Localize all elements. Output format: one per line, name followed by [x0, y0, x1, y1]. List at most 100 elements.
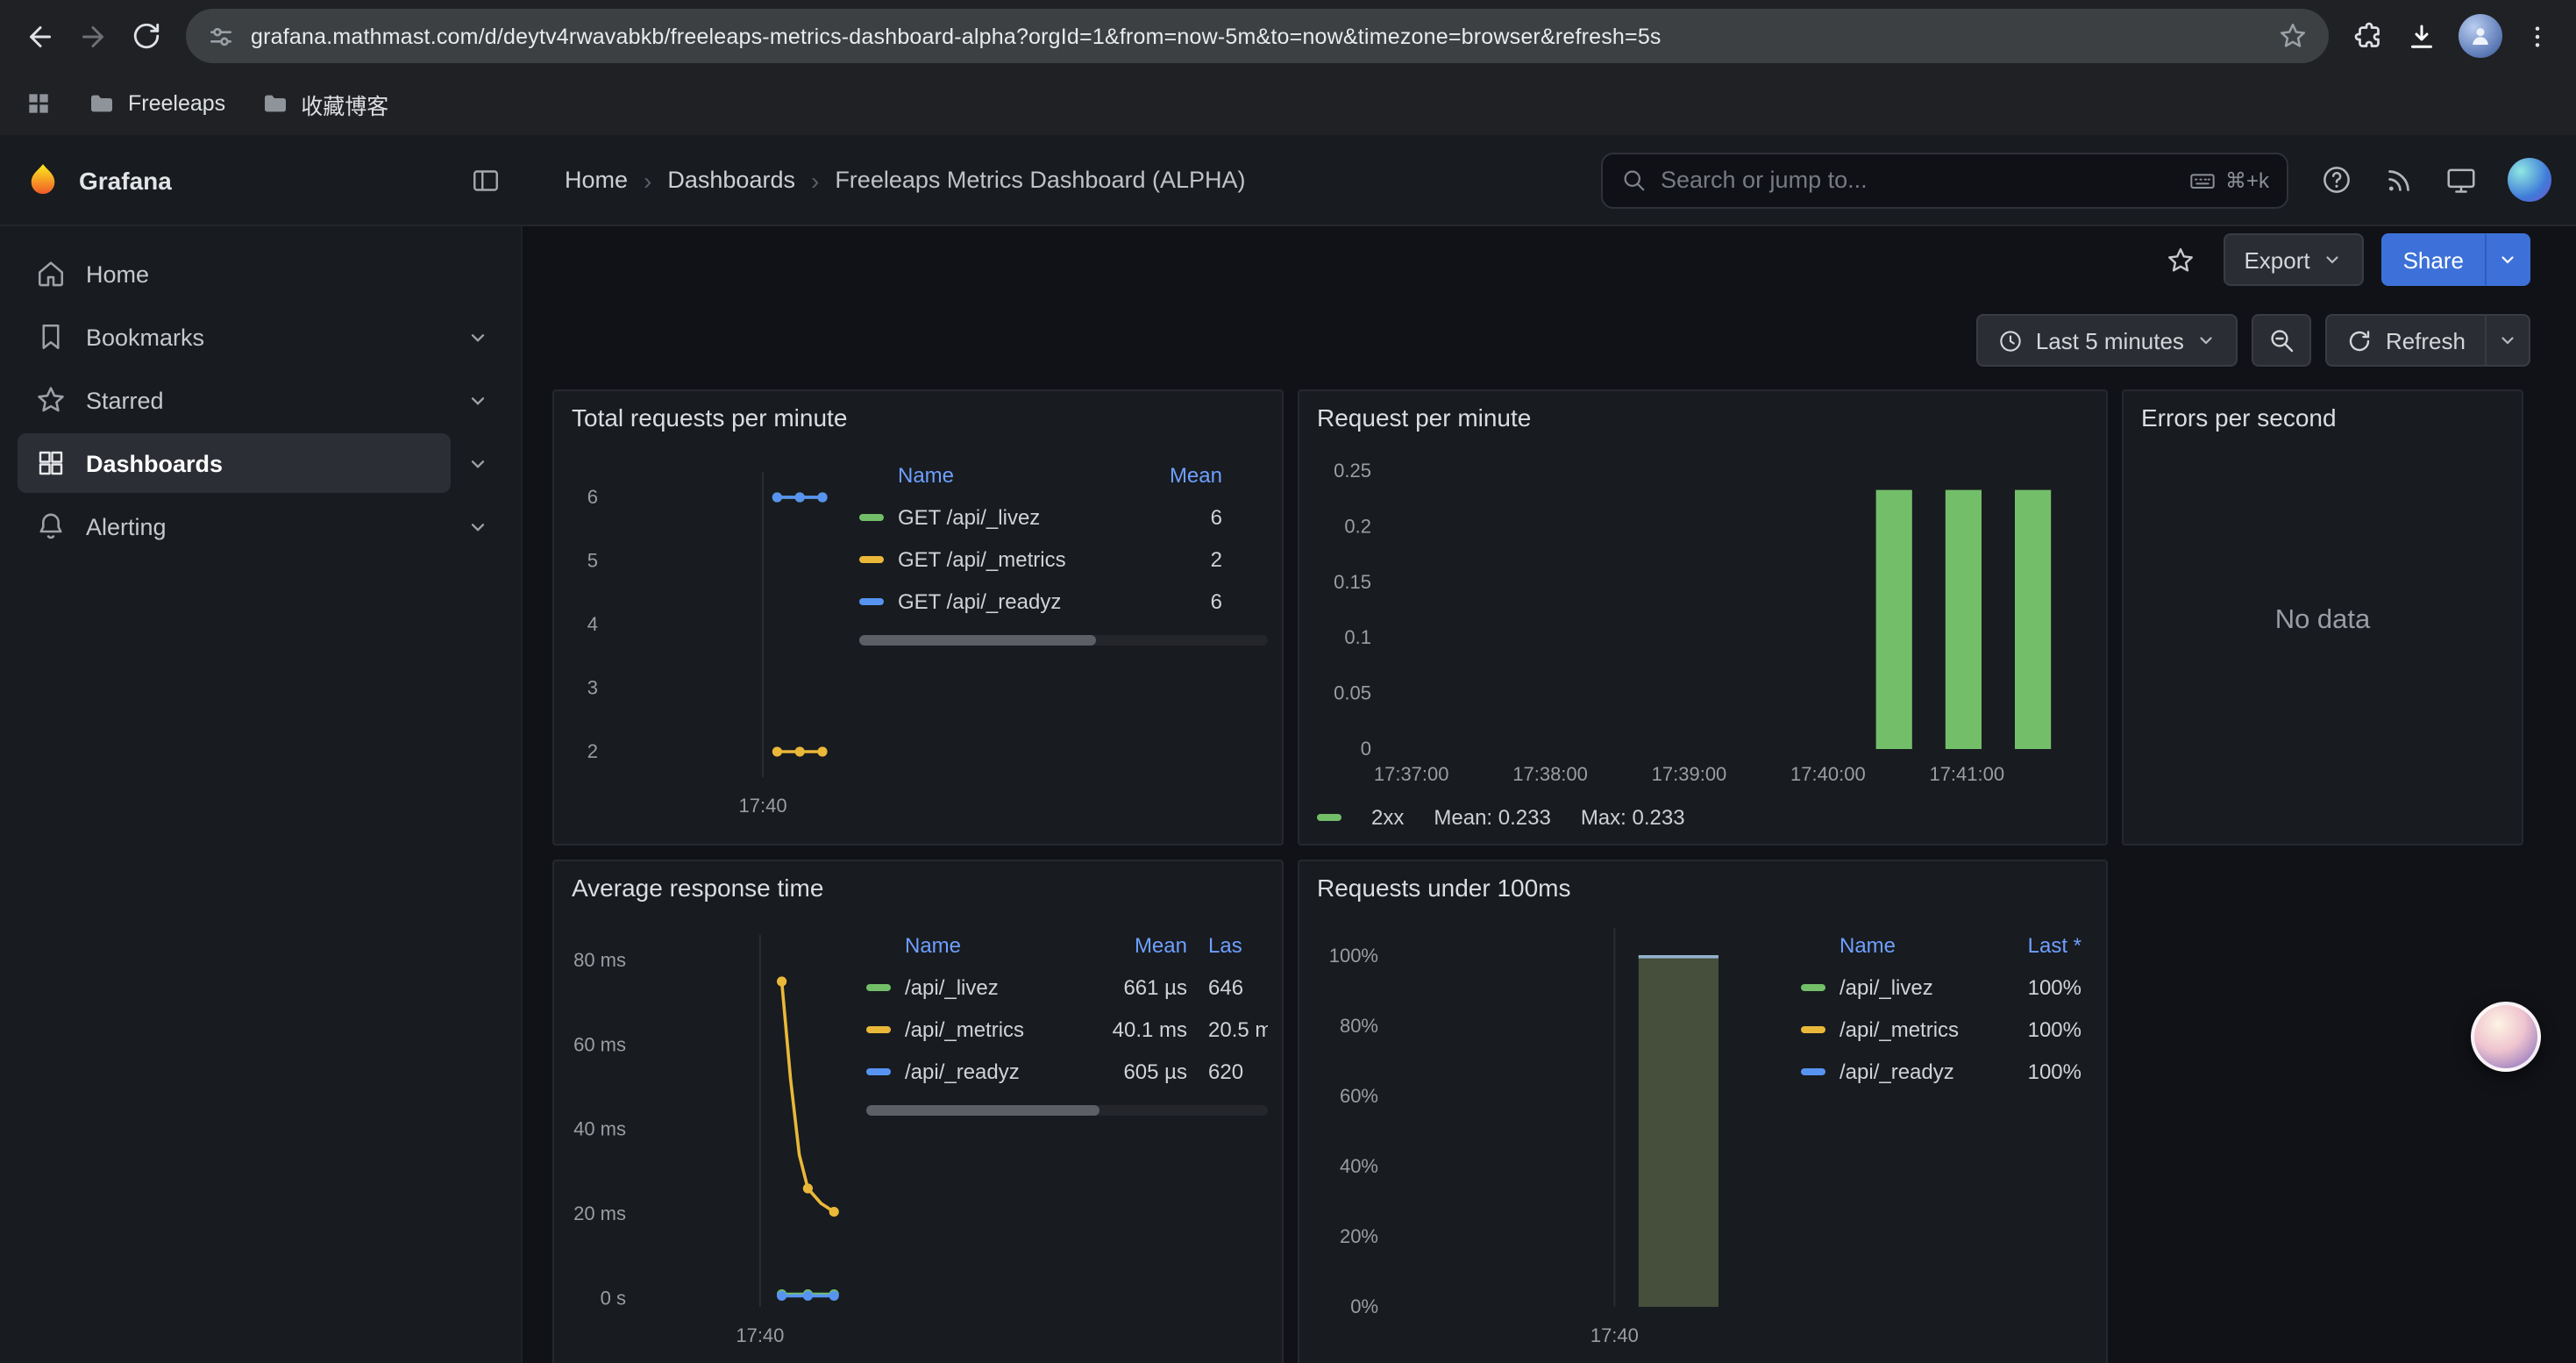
scrollbar-thumb[interactable] — [859, 635, 1096, 646]
forward-arrow-icon — [77, 20, 109, 52]
grafana-header: Grafana Home›Dashboards›Freeleaps Metric… — [0, 135, 2576, 226]
share-button[interactable]: Share — [2382, 233, 2485, 286]
legend-column[interactable]: Mean — [1078, 933, 1187, 958]
series-name[interactable]: GET /api/_livez — [898, 505, 1152, 530]
legend-column-name[interactable]: Name — [898, 463, 1152, 488]
rss-icon[interactable] — [2383, 164, 2415, 196]
panel-legend: NameMeanGET /api/_livez6GET /api/_metric… — [859, 440, 1268, 623]
legend-scrollbar[interactable] — [859, 635, 1268, 646]
legend-row[interactable]: GET /api/_metrics2 — [859, 539, 1268, 581]
refresh-interval-dropdown[interactable] — [2487, 314, 2530, 367]
bookmark-star-icon[interactable] — [2278, 21, 2308, 51]
reload-button[interactable] — [119, 10, 172, 62]
apps-grid-icon[interactable] — [25, 89, 53, 118]
legend-column[interactable]: Last * — [1983, 933, 2092, 958]
series-name[interactable]: /api/_readyz — [905, 1060, 1078, 1084]
series-color-dash — [1317, 815, 1341, 821]
requests-per-minute-chart[interactable]: 0.250.20.150.10.05017:37:0017:38:0017:39… — [1313, 440, 2096, 791]
panel-title[interactable]: Request per minute — [1299, 391, 2106, 440]
sidebar-row: Alerting — [18, 496, 503, 556]
requests-under-100ms-chart[interactable]: 100%80%60%40%20%0%17:40 — [1313, 910, 1801, 1352]
sidebar-item-label: Dashboards — [86, 450, 223, 476]
legend-scrollbar[interactable] — [866, 1105, 1268, 1116]
legend-row[interactable]: GET /api/_livez6 — [859, 496, 1268, 539]
time-range-picker[interactable]: Last 5 minutes — [1976, 314, 2238, 367]
legend-row[interactable]: /api/_livez661 µs646 — [866, 967, 1268, 1009]
forward-button[interactable] — [67, 10, 119, 62]
series-name[interactable]: 2xx — [1371, 805, 1404, 830]
series-name[interactable]: GET /api/_metrics — [898, 547, 1152, 572]
bookmark-label: 收藏博客 — [301, 87, 388, 120]
panel-title[interactable]: Errors per second — [2124, 391, 2522, 440]
chevron-down-icon[interactable] — [451, 500, 503, 553]
svg-text:4: 4 — [587, 613, 598, 635]
export-button[interactable]: Export — [2223, 233, 2364, 286]
panel-title[interactable]: Requests under 100ms — [1299, 861, 2106, 910]
legend-column[interactable]: Mean — [1152, 463, 1268, 488]
sidebar-item-label: Alerting — [86, 513, 167, 539]
legend-column[interactable]: Las — [1187, 933, 1268, 958]
user-avatar[interactable] — [2508, 158, 2551, 202]
legend-column-name[interactable]: Name — [1839, 933, 1983, 958]
extensions-icon[interactable] — [2353, 20, 2385, 52]
site-info-icon[interactable] — [207, 22, 235, 50]
series-name[interactable]: GET /api/_readyz — [898, 589, 1152, 614]
svg-text:17:39:00: 17:39:00 — [1652, 763, 1727, 785]
url-bar[interactable]: grafana.mathmast.com/d/deytv4rwavabkb/fr… — [186, 9, 2329, 63]
chevron-down-icon[interactable] — [451, 310, 503, 363]
series-name[interactable]: /api/_metrics — [1839, 1017, 1983, 1042]
apps-icon — [35, 447, 67, 479]
share-dropdown[interactable] — [2485, 233, 2530, 286]
legend-row[interactable]: /api/_metrics40.1 ms20.5 m — [866, 1009, 1268, 1051]
scrollbar-thumb[interactable] — [866, 1105, 1099, 1116]
legend-column-name[interactable]: Name — [905, 933, 1078, 958]
svg-text:17:40: 17:40 — [736, 1324, 784, 1346]
browser-menu-icon[interactable] — [2523, 22, 2551, 50]
series-name[interactable]: /api/_livez — [1839, 975, 1983, 1000]
series-name[interactable]: /api/_livez — [905, 975, 1078, 1000]
zoom-out-button[interactable] — [2252, 314, 2312, 367]
series-name[interactable]: /api/_readyz — [1839, 1060, 1983, 1084]
chevron-down-icon[interactable] — [451, 437, 503, 489]
search-input[interactable]: Search or jump to... ⌘+k — [1601, 152, 2288, 208]
legend-row[interactable]: /api/_metrics100% — [1801, 1009, 2092, 1051]
downloads-icon[interactable] — [2406, 20, 2437, 52]
refresh-button[interactable]: Refresh — [2326, 314, 2487, 367]
series-name[interactable]: /api/_metrics — [905, 1017, 1078, 1042]
search-icon — [1620, 167, 1647, 193]
dashboard-content: Export Share — [523, 226, 2576, 1363]
average-response-time-chart[interactable]: 80 ms60 ms40 ms20 ms0 s17:40 — [568, 910, 866, 1352]
chevron-down-icon[interactable] — [451, 374, 503, 426]
time-controls: Last 5 minutes Refresh — [1976, 314, 2530, 367]
breadcrumb-item[interactable]: Home — [565, 167, 628, 193]
series-max: Max: 0.233 — [1581, 805, 1685, 830]
monitor-icon[interactable] — [2444, 163, 2478, 196]
sidebar-item-dashboards[interactable]: Dashboards — [18, 433, 451, 493]
legend-row[interactable]: /api/_readyz605 µs620 — [866, 1051, 1268, 1093]
breadcrumb-item[interactable]: Dashboards — [667, 167, 795, 193]
sidebar-item-bookmarks[interactable]: Bookmarks — [18, 307, 451, 367]
profile-avatar[interactable] — [2459, 14, 2502, 58]
svg-text:40 ms: 40 ms — [573, 1118, 626, 1140]
legend-header: NameLast * — [1801, 924, 2092, 967]
sidebar-item-starred[interactable]: Starred — [18, 370, 451, 430]
sidebar-item-alerting[interactable]: Alerting — [18, 496, 451, 556]
svg-text:40%: 40% — [1340, 1155, 1378, 1177]
bookmark-folder-blogs[interactable]: 收藏博客 — [260, 87, 388, 120]
url-text[interactable]: grafana.mathmast.com/d/deytv4rwavabkb/fr… — [251, 24, 2262, 48]
grafana-logo[interactable] — [25, 161, 61, 198]
panel-title[interactable]: Average response time — [554, 861, 1282, 910]
bookmark-folder-freeleaps[interactable]: Freeleaps — [88, 89, 225, 118]
legend-row[interactable]: GET /api/_readyz6 — [859, 581, 1268, 623]
help-icon[interactable] — [2320, 163, 2353, 196]
back-button[interactable] — [14, 10, 67, 62]
legend-row[interactable]: /api/_livez100% — [1801, 967, 2092, 1009]
browser-toolbar: grafana.mathmast.com/d/deytv4rwavabkb/fr… — [0, 0, 2576, 72]
panel-title[interactable]: Total requests per minute — [554, 391, 1282, 440]
assistant-avatar-overlay[interactable] — [2471, 1002, 2541, 1072]
sidebar-item-home[interactable]: Home — [18, 244, 503, 303]
favorite-star-button[interactable] — [2156, 235, 2205, 284]
total-requests-chart[interactable]: 6543217:40 — [568, 440, 859, 823]
legend-row[interactable]: /api/_readyz100% — [1801, 1051, 2092, 1093]
sidebar-collapse-icon[interactable] — [470, 164, 502, 196]
